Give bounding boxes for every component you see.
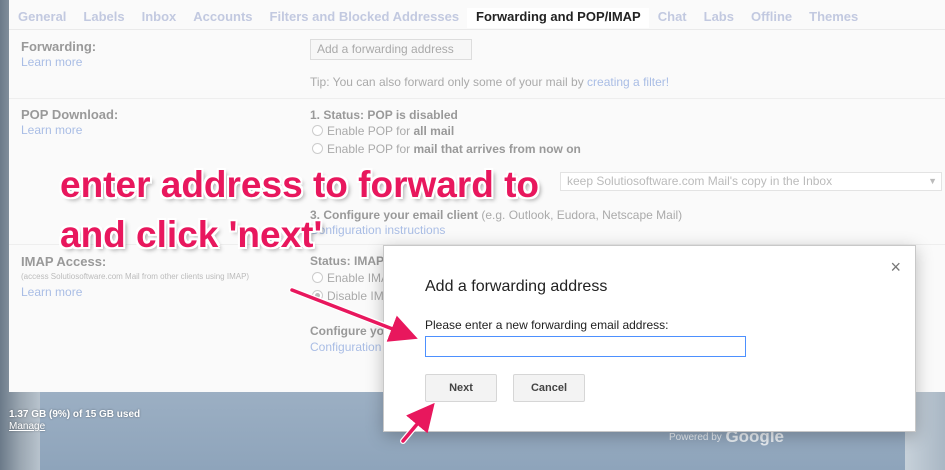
next-button[interactable]: Next bbox=[425, 374, 497, 402]
imap-note: (access Solutiosoftware.com Mail from ot… bbox=[21, 272, 250, 281]
add-forwarding-address-button[interactable]: Add a forwarding address bbox=[310, 39, 472, 60]
forwarding-tip-text: Tip: You can also forward only some of y… bbox=[310, 75, 588, 89]
pop-option-all-mail[interactable]: Enable POP for all mail bbox=[312, 124, 454, 138]
imap-learn-more-link[interactable]: Learn more bbox=[21, 285, 82, 299]
storage-usage: 1.37 GB (9%) of 15 GB used bbox=[9, 409, 141, 420]
tab-accounts[interactable]: Accounts bbox=[184, 8, 260, 28]
dialog-title: Add a forwarding address bbox=[425, 278, 608, 295]
cancel-button[interactable]: Cancel bbox=[513, 374, 585, 402]
tab-chat[interactable]: Chat bbox=[649, 8, 695, 28]
forwarding-learn-more-link[interactable]: Learn more bbox=[21, 55, 82, 69]
pop-config-instructions-link[interactable]: Configuration instructions bbox=[310, 223, 445, 237]
close-icon[interactable]: × bbox=[890, 258, 901, 276]
tab-filters[interactable]: Filters and Blocked Addresses bbox=[261, 8, 468, 28]
dialog-prompt: Please enter a new forwarding email addr… bbox=[425, 318, 669, 332]
pop-option1-bold: all mail bbox=[413, 124, 455, 138]
add-forwarding-dialog: × Add a forwarding address Please enter … bbox=[383, 245, 916, 432]
radio-icon[interactable] bbox=[312, 125, 323, 136]
tabs-divider bbox=[9, 29, 945, 30]
manage-storage-link[interactable]: Manage bbox=[9, 421, 45, 432]
pop-step3-prefix: 3. Configure your email client bbox=[310, 208, 479, 222]
radio-icon[interactable] bbox=[312, 272, 323, 283]
settings-tabs: General Labels Inbox Accounts Filters an… bbox=[9, 8, 866, 28]
chevron-down-icon: ▼ bbox=[928, 176, 937, 186]
pop-step3: 3. Configure your email client (e.g. Out… bbox=[310, 208, 682, 222]
forwarding-tip: Tip: You can also forward only some of y… bbox=[310, 75, 669, 89]
tab-forwarding-pop-imap[interactable]: Forwarding and POP/IMAP bbox=[467, 8, 649, 28]
powered-by-text: Powered by bbox=[669, 432, 722, 443]
pop-status: 1. Status: POP is disabled bbox=[310, 108, 458, 122]
radio-icon[interactable] bbox=[312, 290, 323, 301]
pop-action-select-value: keep Solutiosoftware.com Mail's copy in … bbox=[567, 174, 833, 188]
pop-status-prefix: 1. Status: bbox=[310, 108, 368, 122]
tab-general[interactable]: General bbox=[9, 8, 74, 28]
section-separator bbox=[9, 98, 945, 99]
radio-icon[interactable] bbox=[312, 143, 323, 154]
create-filter-link[interactable]: creating a filter! bbox=[587, 75, 669, 89]
tab-offline[interactable]: Offline bbox=[742, 8, 800, 28]
pop-action-select[interactable]: keep Solutiosoftware.com Mail's copy in … bbox=[560, 172, 942, 191]
tab-labs[interactable]: Labs bbox=[695, 8, 742, 28]
pop-option1-text: Enable POP for bbox=[327, 124, 414, 138]
tab-labels[interactable]: Labels bbox=[74, 8, 132, 28]
pop-option-from-now[interactable]: Enable POP for mail that arrives from no… bbox=[312, 142, 581, 156]
annotation-line-1: enter address to forward to bbox=[60, 164, 540, 205]
pop-label: POP Download: bbox=[21, 107, 119, 122]
pop-option2-bold: mail that arrives from now on bbox=[413, 142, 581, 156]
pop-learn-more-link[interactable]: Learn more bbox=[21, 123, 82, 137]
tab-inbox[interactable]: Inbox bbox=[133, 8, 185, 28]
pop-status-value: POP is disabled bbox=[367, 108, 458, 122]
forwarding-email-input[interactable] bbox=[425, 336, 746, 357]
annotation-line-2: and click 'next' bbox=[60, 214, 323, 255]
pop-option2-text: Enable POP for bbox=[327, 142, 414, 156]
pop-step3-suffix: (e.g. Outlook, Eudora, Netscape Mail) bbox=[478, 208, 683, 222]
forwarding-label: Forwarding: bbox=[21, 39, 97, 54]
tab-themes[interactable]: Themes bbox=[800, 8, 866, 28]
